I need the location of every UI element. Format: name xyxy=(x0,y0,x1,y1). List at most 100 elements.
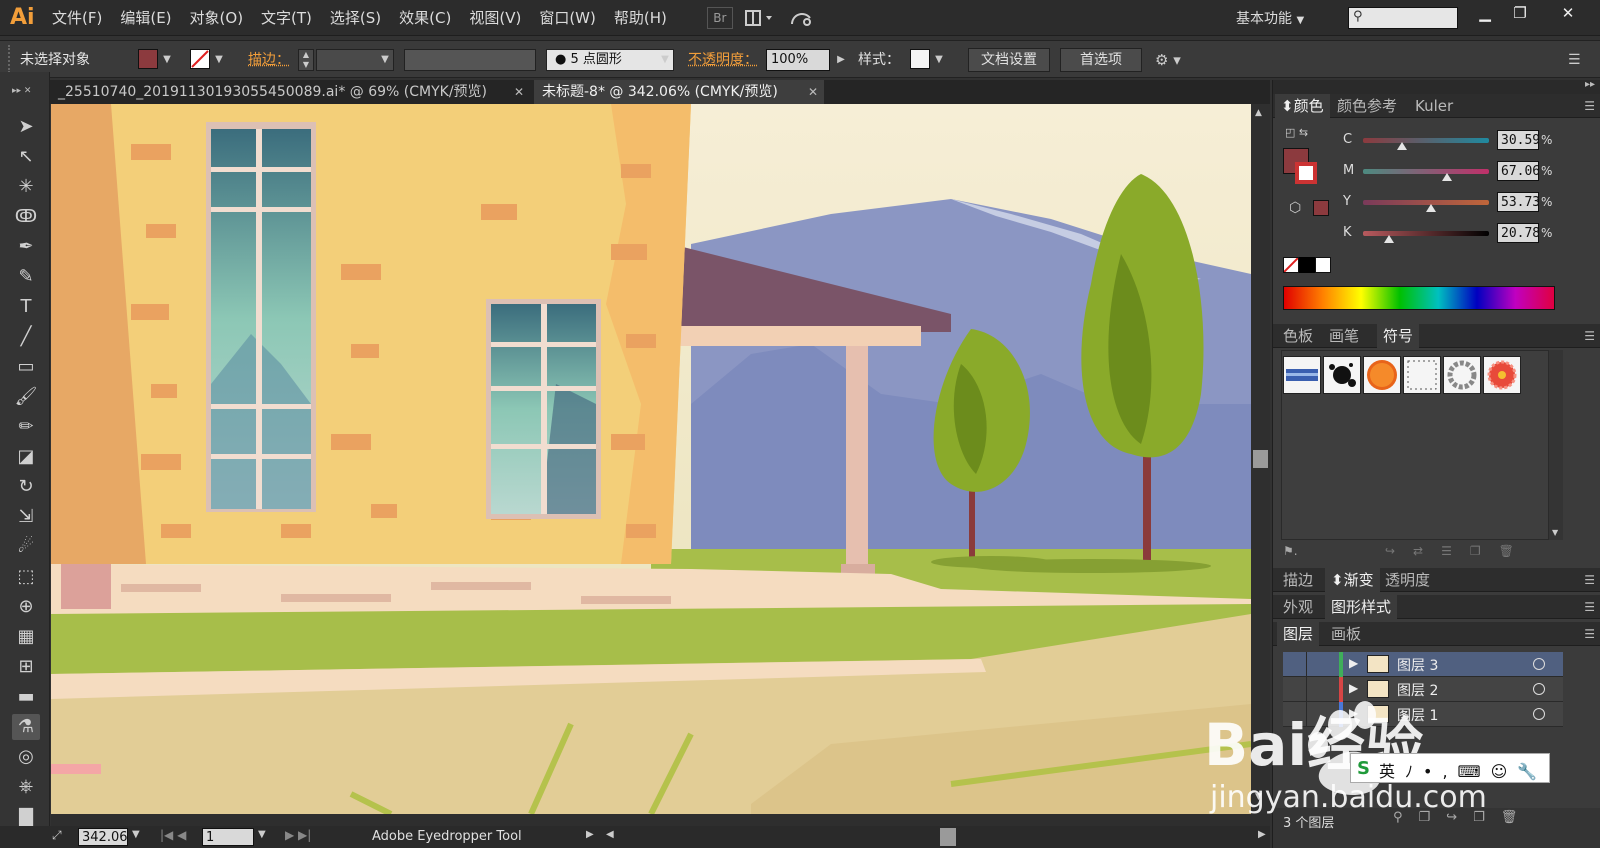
horizontal-scroll-thumb[interactable] xyxy=(940,828,956,846)
style-dropdown-arrow[interactable]: ▼ xyxy=(932,49,946,71)
pencil-tool-icon[interactable]: ✏ xyxy=(12,414,40,440)
expand-arrow-icon[interactable]: ▶ xyxy=(1349,681,1358,695)
zoom-dropdown-icon[interactable]: ▼ xyxy=(132,829,140,840)
symbol-orange-ball[interactable] xyxy=(1363,356,1401,394)
vertical-scroll-thumb[interactable] xyxy=(1253,450,1268,468)
layer-target-icon[interactable] xyxy=(1533,683,1545,695)
zoom-field[interactable]: 342.06 xyxy=(78,828,128,846)
scroll-up-icon[interactable]: ▲ xyxy=(1255,108,1262,118)
align-options-icon[interactable]: ⚙ ▾ xyxy=(1155,49,1181,71)
layer-row[interactable]: ▶ 图层 3 xyxy=(1283,652,1563,677)
ime-toolbar[interactable]: S 英ﾉ•,⌨☺🔧 xyxy=(1350,753,1550,783)
gpu-performance-icon[interactable] xyxy=(787,7,817,29)
lasso-tool-icon[interactable]: ↂ xyxy=(12,204,40,230)
curvature-tool-icon[interactable]: ✎ xyxy=(12,264,40,290)
scale-tool-icon[interactable]: ⇲ xyxy=(12,504,40,530)
shape-builder-tool-icon[interactable]: ⊕ xyxy=(12,594,40,620)
scroll-right-icon[interactable]: ▶ xyxy=(1258,829,1266,840)
panel-menu-icon[interactable]: ☰ xyxy=(1584,329,1595,343)
close-tab-icon[interactable]: ✕ xyxy=(514,80,524,104)
free-transform-tool-icon[interactable]: ⬚ xyxy=(12,564,40,590)
panel-menu-icon[interactable]: ☰ xyxy=(1584,627,1595,641)
visibility-toggle[interactable] xyxy=(1283,702,1307,727)
visibility-toggle[interactable] xyxy=(1283,677,1307,702)
tab-document-2[interactable]: 未标题-8* @ 342.06% (CMYK/预览) ✕ xyxy=(534,80,824,104)
line-segment-tool-icon[interactable]: ╱ xyxy=(12,324,40,350)
scroll-down-icon[interactable]: ▼ xyxy=(1255,792,1262,802)
tab-document-1[interactable]: _25510740_20191130193055450089.ai* @ 69%… xyxy=(50,80,530,104)
expand-arrow-icon[interactable]: ▶ xyxy=(1349,706,1358,720)
paintbrush-tool-icon[interactable]: 🖌 xyxy=(12,384,40,410)
channel-thumb-k[interactable] xyxy=(1384,235,1395,243)
bridge-button[interactable]: Br xyxy=(706,6,733,29)
rectangle-tool-icon[interactable]: ▭ xyxy=(12,354,40,380)
menu-item-1[interactable]: 编辑(E) xyxy=(120,7,171,28)
opacity-slider-arrow[interactable]: ▶ xyxy=(834,49,848,71)
vertical-scrollbar[interactable]: ▲ ▼ xyxy=(1251,104,1270,814)
panel-menu-icon[interactable]: ☰ xyxy=(1584,600,1595,614)
next-page-icon[interactable]: ▶ ▶| xyxy=(285,828,311,842)
channel-value-k[interactable]: 20.78 xyxy=(1497,223,1539,243)
stroke-color-box[interactable] xyxy=(1295,162,1317,184)
color-spectrum-bar[interactable] xyxy=(1283,286,1555,310)
tab-appearance[interactable]: 外观 xyxy=(1277,595,1319,619)
layer-name[interactable]: 图层 3 xyxy=(1397,655,1438,675)
rotate-tool-icon[interactable]: ↻ xyxy=(12,474,40,500)
rotate-view-icon[interactable]: ⤢ xyxy=(52,828,62,843)
document-setup-button[interactable]: 文档设置 xyxy=(968,48,1050,72)
first-page-icon[interactable]: |◀ ◀ xyxy=(160,828,186,842)
minimize-button[interactable]: ▁ xyxy=(1470,2,1500,24)
status-menu-icon[interactable]: ▶ xyxy=(586,829,594,840)
menu-item-2[interactable]: 对象(O) xyxy=(190,7,244,28)
opacity-label[interactable]: 不透明度： xyxy=(688,49,758,71)
symbol-red-flower[interactable] xyxy=(1483,356,1521,394)
tab-color[interactable]: ⬍颜色 xyxy=(1275,94,1330,118)
stroke-swatch[interactable] xyxy=(190,49,210,69)
layer-target-icon[interactable] xyxy=(1533,708,1545,720)
layer-target-icon[interactable] xyxy=(1533,658,1545,670)
tab-stroke[interactable]: 描边 xyxy=(1277,568,1319,592)
tab-swatches[interactable]: 色板 xyxy=(1277,324,1319,348)
web-safe-color-box[interactable] xyxy=(1313,200,1329,216)
stroke-label[interactable]: 描边： xyxy=(248,49,290,71)
variable-width-profile[interactable] xyxy=(404,49,536,71)
layer-row[interactable]: ▶ 图层 2 xyxy=(1283,677,1563,702)
none-swatch[interactable] xyxy=(1283,257,1299,273)
black-swatch[interactable] xyxy=(1299,257,1315,273)
graphic-style-swatch[interactable] xyxy=(910,49,930,69)
channel-slider-c[interactable] xyxy=(1363,138,1489,143)
stroke-weight-dropdown[interactable]: ▼ xyxy=(378,49,392,71)
eraser-tool-icon[interactable]: ◪ xyxy=(12,444,40,470)
restore-button[interactable]: ❐ xyxy=(1505,2,1535,24)
tab-graphic-styles[interactable]: 图形样式 xyxy=(1325,595,1398,619)
channel-slider-k[interactable] xyxy=(1363,231,1489,236)
layer-actions-icon[interactable]: ⚲❐↪❐🗑 xyxy=(1393,810,1533,825)
warp-tool-icon[interactable]: ☄ xyxy=(12,534,40,560)
search-input[interactable]: ⚲ xyxy=(1348,7,1458,29)
white-swatch[interactable] xyxy=(1315,257,1331,273)
out-of-gamut-icon[interactable]: ⬡ xyxy=(1289,200,1301,216)
symbol-libraries-menu-icon[interactable]: ⚑. xyxy=(1283,544,1298,558)
tab-symbols[interactable]: 符号 xyxy=(1377,324,1420,348)
channel-thumb-y[interactable] xyxy=(1425,204,1436,212)
scroll-down-icon[interactable]: ▼ xyxy=(1552,528,1558,537)
blend-tool-icon[interactable]: ◎ xyxy=(12,744,40,770)
selection-tool-icon[interactable]: ➤ xyxy=(12,114,40,140)
eyedropper-tool-icon[interactable]: ⚗ xyxy=(12,714,40,740)
symbol-sprayer-tool-icon[interactable]: ⎈ xyxy=(12,774,40,800)
scroll-left-icon[interactable]: ◀ xyxy=(606,829,614,840)
brush-dropdown-arrow[interactable]: ▼ xyxy=(658,49,672,71)
magic-wand-tool-icon[interactable]: ✳ xyxy=(12,174,40,200)
layer-name[interactable]: 图层 2 xyxy=(1397,680,1438,700)
tab-kuler[interactable]: Kuler xyxy=(1409,94,1459,118)
close-tab-icon[interactable]: ✕ xyxy=(808,80,818,104)
tab-gradient[interactable]: ⬍渐变 xyxy=(1325,568,1380,592)
channel-thumb-m[interactable] xyxy=(1442,173,1453,181)
mesh-tool-icon[interactable]: ⊞ xyxy=(12,654,40,680)
pen-tool-icon[interactable]: ✒ xyxy=(12,234,40,260)
panel-menu-icon[interactable]: ☰ xyxy=(1584,573,1595,587)
page-field[interactable]: 1 xyxy=(202,828,254,846)
symbol-scrollbar[interactable]: ▼ xyxy=(1549,350,1563,540)
menu-item-4[interactable]: 选择(S) xyxy=(330,7,381,28)
menu-item-6[interactable]: 视图(V) xyxy=(469,7,521,28)
